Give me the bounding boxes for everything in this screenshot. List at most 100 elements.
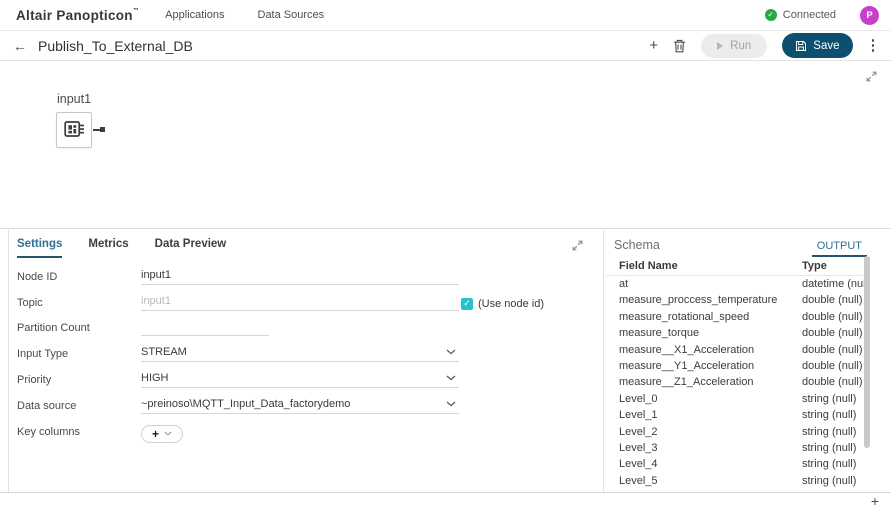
- delete-button[interactable]: [673, 39, 686, 53]
- field-name-cell: measure__Z1_Acceleration: [619, 376, 754, 388]
- nav-item-applications[interactable]: Applications: [165, 9, 224, 21]
- field-type-cell: double (null): [802, 294, 863, 306]
- trash-icon: [673, 39, 686, 53]
- schema-field-row[interactable]: Level_2 string (null): [606, 425, 869, 441]
- field-name-cell: measure_proccess_temperature: [619, 294, 777, 306]
- tab-data-preview[interactable]: Data Preview: [155, 238, 227, 258]
- field-type-cell: string (null): [802, 475, 856, 487]
- schema-tab-output[interactable]: OUTPUT: [812, 240, 867, 257]
- field-type-cell: string (null): [802, 442, 856, 454]
- plus-icon: +: [649, 38, 658, 53]
- priority-value: HIGH: [141, 372, 169, 384]
- field-type-cell: double (null): [802, 376, 863, 388]
- form-row-input-type: Input Type STREAM: [9, 340, 603, 366]
- field-name-cell: measure_rotational_speed: [619, 311, 749, 323]
- field-name-cell: Level_0: [619, 393, 658, 405]
- schema-field-row[interactable]: Level_0 string (null): [606, 392, 869, 408]
- input-node[interactable]: [56, 112, 92, 148]
- input-type-value: STREAM: [141, 346, 187, 358]
- schema-field-row[interactable]: measure__X1_Acceleration double (null): [606, 343, 869, 359]
- partition-count-label: Partition Count: [17, 322, 90, 334]
- field-name-cell: Level_4: [619, 458, 658, 470]
- node-output-port[interactable]: [93, 129, 100, 131]
- schema-field-row[interactable]: measure_proccess_temperature double (nul…: [606, 293, 869, 309]
- main-nav: Applications Data Sources: [165, 9, 324, 21]
- save-button[interactable]: Save: [782, 33, 852, 58]
- chevron-down-icon: [446, 349, 456, 355]
- field-name-column-header: Field Name: [619, 260, 678, 272]
- tab-settings[interactable]: Settings: [17, 238, 62, 258]
- schema-field-row[interactable]: Level_4 string (null): [606, 457, 869, 473]
- form-row-key-columns: Key columns +: [9, 418, 603, 444]
- run-button[interactable]: Run: [701, 34, 767, 58]
- schema-title: Schema: [614, 238, 660, 252]
- input-type-label: Input Type: [17, 348, 68, 360]
- more-options-button[interactable]: [868, 36, 879, 55]
- tab-metrics[interactable]: Metrics: [88, 238, 128, 258]
- settings-form: Node ID Topic ✓ (Use node id) Partition …: [9, 263, 603, 444]
- schema-field-row[interactable]: measure_torque double (null): [606, 326, 869, 342]
- field-type-cell: string (null): [802, 409, 856, 421]
- field-name-cell: at: [619, 278, 628, 290]
- schema-column-headers: Field Name Type: [606, 259, 869, 276]
- field-name-cell: measure_torque: [619, 327, 699, 339]
- run-button-label: Run: [730, 40, 751, 52]
- key-columns-label: Key columns: [17, 426, 80, 438]
- schema-field-row[interactable]: at datetime (null): [606, 277, 869, 293]
- use-node-id-checkbox[interactable]: ✓: [461, 298, 473, 310]
- topic-input[interactable]: [141, 295, 445, 307]
- field-name-cell: Level_2: [619, 426, 658, 438]
- form-row-topic: Topic ✓ (Use node id): [9, 289, 603, 315]
- data-source-dropdown[interactable]: ~preinoso\MQTT_Input_Data_factorydemo: [141, 396, 459, 414]
- schema-scrollbar[interactable]: [864, 256, 870, 448]
- field-name-cell: measure__X1_Acceleration: [619, 344, 754, 356]
- priority-dropdown[interactable]: HIGH: [141, 370, 459, 388]
- form-row-node-id: Node ID: [9, 263, 603, 289]
- topic-label: Topic: [17, 297, 43, 309]
- add-page-button[interactable]: +: [871, 493, 879, 509]
- partition-count-input[interactable]: [141, 320, 255, 332]
- back-arrow-icon[interactable]: ←: [13, 39, 27, 53]
- canvas-expand-icon[interactable]: [865, 70, 878, 83]
- field-type-cell: string (null): [802, 426, 856, 438]
- node-id-input[interactable]: [141, 269, 445, 281]
- schema-field-row[interactable]: measure_rotational_speed double (null): [606, 310, 869, 326]
- schema-field-row[interactable]: measure__Z1_Acceleration double (null): [606, 375, 869, 391]
- footer-strip: +: [0, 492, 891, 509]
- schema-field-row[interactable]: Level_5 string (null): [606, 474, 869, 490]
- toolbar-actions: + Run Save: [649, 33, 878, 58]
- top-navigation-bar: Altair Panopticon™ Applications Data Sou…: [0, 0, 891, 31]
- user-avatar[interactable]: P: [860, 6, 879, 25]
- field-type-cell: datetime (null): [802, 278, 869, 290]
- add-key-column-button[interactable]: +: [141, 425, 183, 443]
- play-icon: [717, 42, 723, 50]
- panel-expand-icon[interactable]: [571, 239, 584, 252]
- schema-field-row[interactable]: Level_3 string (null): [606, 441, 869, 457]
- field-type-cell: double (null): [802, 327, 863, 339]
- data-source-label: Data source: [17, 400, 76, 412]
- plus-icon: +: [152, 428, 159, 440]
- schema-field-row[interactable]: measure__Y1_Acceleration double (null): [606, 359, 869, 375]
- form-row-priority: Priority HIGH: [9, 366, 603, 392]
- app-window: Altair Panopticon™ Applications Data Sou…: [0, 0, 891, 509]
- field-type-cell: double (null): [802, 360, 863, 372]
- panel-tabs: Settings Metrics Data Preview: [9, 230, 603, 258]
- nav-item-data-sources[interactable]: Data Sources: [258, 9, 325, 21]
- input-type-dropdown[interactable]: STREAM: [141, 344, 459, 362]
- logo-text: Altair Panopticon: [16, 8, 133, 23]
- chevron-down-icon: [164, 431, 172, 436]
- form-row-partition-count: Partition Count: [9, 315, 603, 341]
- field-name-cell: measure__Y1_Acceleration: [619, 360, 754, 372]
- chip-icon: [62, 118, 86, 142]
- graph-canvas[interactable]: input1: [0, 62, 891, 229]
- connection-status: ✓ Connected: [765, 9, 836, 21]
- add-node-button[interactable]: +: [649, 38, 658, 53]
- connected-check-icon: ✓: [765, 9, 777, 21]
- node-label: input1: [57, 92, 91, 106]
- field-type-cell: string (null): [802, 393, 856, 405]
- save-icon: [795, 40, 807, 52]
- schema-field-row[interactable]: Level_1 string (null): [606, 408, 869, 424]
- bottom-panels: Settings Metrics Data Preview Node ID To…: [0, 230, 891, 492]
- type-column-header: Type: [802, 260, 827, 272]
- app-toolbar: ← Publish_To_External_DB + Run Save: [0, 31, 891, 61]
